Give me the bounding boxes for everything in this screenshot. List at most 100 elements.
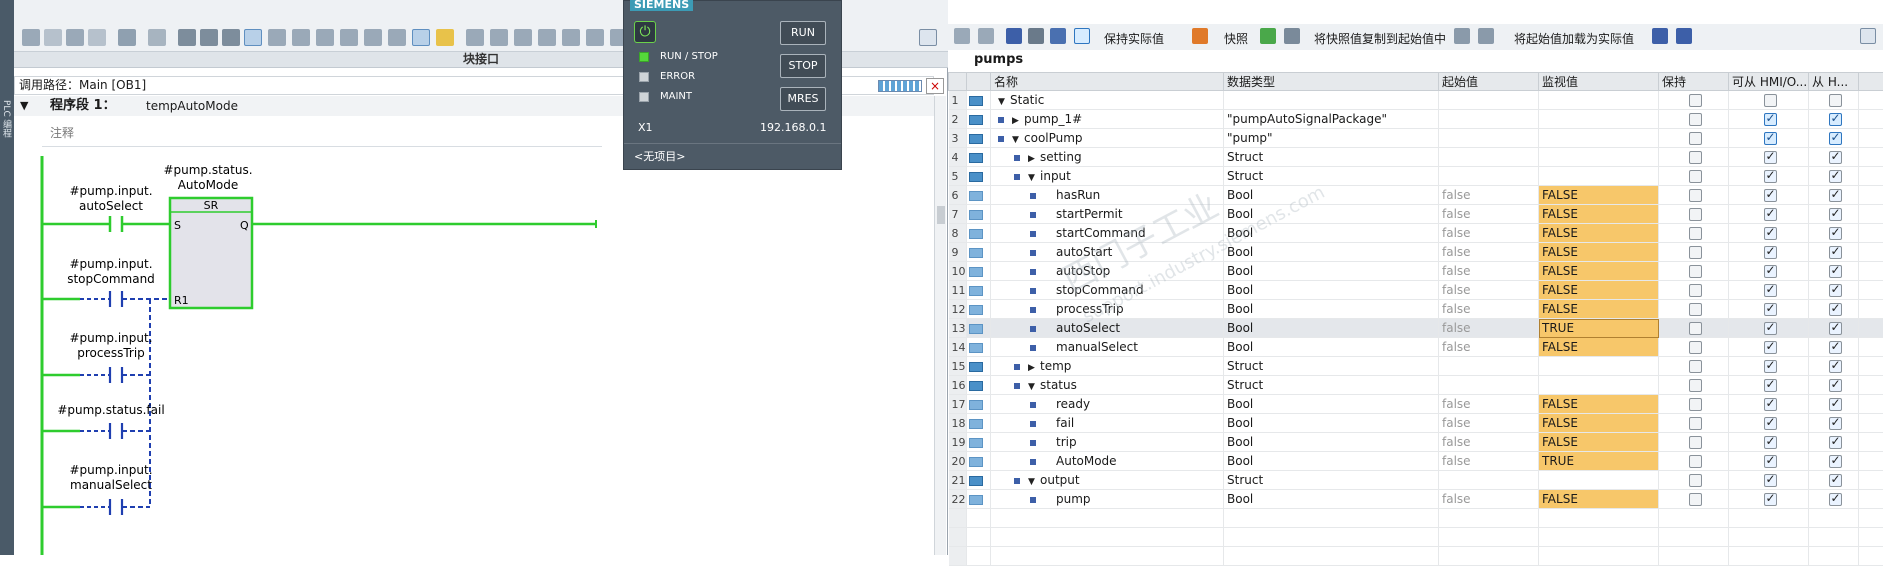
row-hmi-write-checkbox[interactable]	[1829, 379, 1842, 392]
row-datatype[interactable]: Bool	[1224, 205, 1439, 224]
row-hmi-access[interactable]	[1729, 281, 1809, 300]
layout-icon[interactable]	[1860, 28, 1876, 44]
row-retain[interactable]	[1659, 471, 1729, 490]
row-retain-checkbox[interactable]	[1689, 360, 1702, 373]
row-hmi-access-checkbox[interactable]	[1764, 189, 1777, 202]
row-hmi-write-checkbox[interactable]	[1829, 455, 1842, 468]
contact-label-statusfail[interactable]: #pump.status.fail	[57, 403, 164, 417]
row-datatype[interactable]: "pump"	[1224, 129, 1439, 148]
row-retain-checkbox[interactable]	[1689, 284, 1702, 297]
row-start-value[interactable]	[1439, 129, 1539, 148]
coil-operand-line1[interactable]: #pump.status.	[163, 163, 252, 177]
row-monitor-value[interactable]: FALSE	[1539, 243, 1659, 262]
row-monitor-value[interactable]: TRUE	[1539, 452, 1659, 471]
row-hmi-write[interactable]	[1809, 281, 1859, 300]
row-retain-checkbox[interactable]	[1689, 341, 1702, 354]
row-hmi-write[interactable]	[1809, 129, 1859, 148]
expand-icon[interactable]	[1006, 28, 1022, 44]
row-datatype[interactable]: Bool	[1224, 490, 1439, 509]
row-hmi-write[interactable]	[1809, 319, 1859, 338]
edit-icon[interactable]	[1028, 28, 1044, 44]
row-hmi-write-checkbox[interactable]	[1829, 94, 1842, 107]
absolute-icon[interactable]	[292, 29, 310, 46]
row-datatype[interactable]: Bool	[1224, 281, 1439, 300]
row-monitor-value[interactable]	[1539, 129, 1659, 148]
display-icon[interactable]	[412, 29, 430, 46]
row-hmi-write[interactable]	[1809, 300, 1859, 319]
row-hmi-access[interactable]	[1729, 319, 1809, 338]
row-hmi-write[interactable]	[1809, 414, 1859, 433]
favorites-icon[interactable]	[436, 29, 454, 46]
row-retain-checkbox[interactable]	[1689, 455, 1702, 468]
load2-icon[interactable]	[1676, 28, 1692, 44]
row-retain-checkbox[interactable]	[1689, 322, 1702, 335]
row-datatype[interactable]: Bool	[1224, 224, 1439, 243]
header-hmi-write[interactable]: 从 H...	[1809, 73, 1859, 91]
row-hmi-write-checkbox[interactable]	[1829, 170, 1842, 183]
contact-label-stopcommand-l2[interactable]: stopCommand	[67, 272, 155, 286]
row-hmi-access-checkbox[interactable]	[1764, 341, 1777, 354]
row-start-value[interactable]: false	[1439, 338, 1539, 357]
go-offline-icon[interactable]	[490, 29, 508, 46]
plc-programming-sidebar[interactable]: PLC 编程	[0, 0, 14, 555]
row-hmi-access-checkbox[interactable]	[1764, 265, 1777, 278]
row-start-value[interactable]	[1439, 376, 1539, 395]
expand-arrow-icon[interactable]: ▶	[1028, 363, 1040, 373]
row-name[interactable]: trip	[991, 433, 1224, 452]
row-hmi-write[interactable]	[1809, 148, 1859, 167]
row-datatype[interactable]: Bool	[1224, 243, 1439, 262]
row-monitor-value[interactable]	[1539, 110, 1659, 129]
row-monitor-value[interactable]: FALSE	[1539, 205, 1659, 224]
row-start-value[interactable]: false	[1439, 262, 1539, 281]
table-row[interactable]: 7startPermitBoolfalseFALSE	[949, 205, 1883, 224]
row-retain-checkbox[interactable]	[1689, 398, 1702, 411]
row-hmi-access-checkbox[interactable]	[1764, 303, 1777, 316]
row-hmi-access-checkbox[interactable]	[1764, 151, 1777, 164]
row-name[interactable]: ▶pump_1#	[991, 110, 1224, 129]
row-start-value[interactable]	[1439, 471, 1539, 490]
row-name[interactable]: manualSelect	[991, 338, 1224, 357]
contact-label-stopcommand-l1[interactable]: #pump.input.	[69, 257, 152, 271]
table-row[interactable]: 17readyBoolfalseFALSE	[949, 395, 1883, 414]
row-name[interactable]: pump	[991, 490, 1224, 509]
list2-icon[interactable]	[200, 29, 218, 46]
row-hmi-access-checkbox[interactable]	[1764, 208, 1777, 221]
row-datatype[interactable]: Struct	[1224, 376, 1439, 395]
row-datatype[interactable]: Struct	[1224, 357, 1439, 376]
row-monitor-value[interactable]: FALSE	[1539, 300, 1659, 319]
contact-label-processtrip-l1[interactable]: #pump.input.	[69, 331, 152, 345]
row-hmi-access-checkbox[interactable]	[1764, 436, 1777, 449]
row-hmi-write[interactable]	[1809, 471, 1859, 490]
row-datatype[interactable]	[1224, 91, 1439, 110]
row-name[interactable]: ▼Static	[991, 91, 1224, 110]
header-start[interactable]: 起始值	[1439, 73, 1539, 91]
contact-label-processtrip-l2[interactable]: processTrip	[77, 346, 145, 360]
row-hmi-access[interactable]	[1729, 110, 1809, 129]
row-retain-checkbox[interactable]	[1689, 170, 1702, 183]
header-type[interactable]: 数据类型	[1224, 73, 1439, 91]
row-hmi-write-checkbox[interactable]	[1829, 132, 1842, 145]
list-view-icon[interactable]	[1050, 28, 1066, 44]
row-retain[interactable]	[1659, 357, 1729, 376]
expand-arrow-icon[interactable]: ▶	[1012, 116, 1024, 126]
row-datatype[interactable]: Bool	[1224, 338, 1439, 357]
row-hmi-write-checkbox[interactable]	[1829, 322, 1842, 335]
list3-icon[interactable]	[222, 29, 240, 46]
go-online-icon[interactable]	[466, 29, 484, 46]
row-monitor-value[interactable]	[1539, 376, 1659, 395]
symbol-icon[interactable]	[316, 29, 334, 46]
row-hmi-write-checkbox[interactable]	[1829, 436, 1842, 449]
table-row[interactable]: 19tripBoolfalseFALSE	[949, 433, 1883, 452]
contact-label-manualselect-l1[interactable]: #pump.input.	[69, 463, 152, 477]
row-retain[interactable]	[1659, 452, 1729, 471]
table-row[interactable]: 20AutoModeBoolfalseTRUE	[949, 452, 1883, 471]
row-hmi-write-checkbox[interactable]	[1829, 417, 1842, 430]
row-start-value[interactable]: false	[1439, 224, 1539, 243]
collapse-network-icon[interactable]: ▼	[20, 96, 28, 116]
row-name[interactable]: AutoMode	[991, 452, 1224, 471]
header-hmi-access[interactable]: 可从 HMI/O...	[1729, 73, 1809, 91]
row-hmi-access[interactable]	[1729, 167, 1809, 186]
row-retain[interactable]	[1659, 319, 1729, 338]
row-hmi-access[interactable]	[1729, 300, 1809, 319]
header-monitor[interactable]: 监视值	[1539, 73, 1659, 91]
